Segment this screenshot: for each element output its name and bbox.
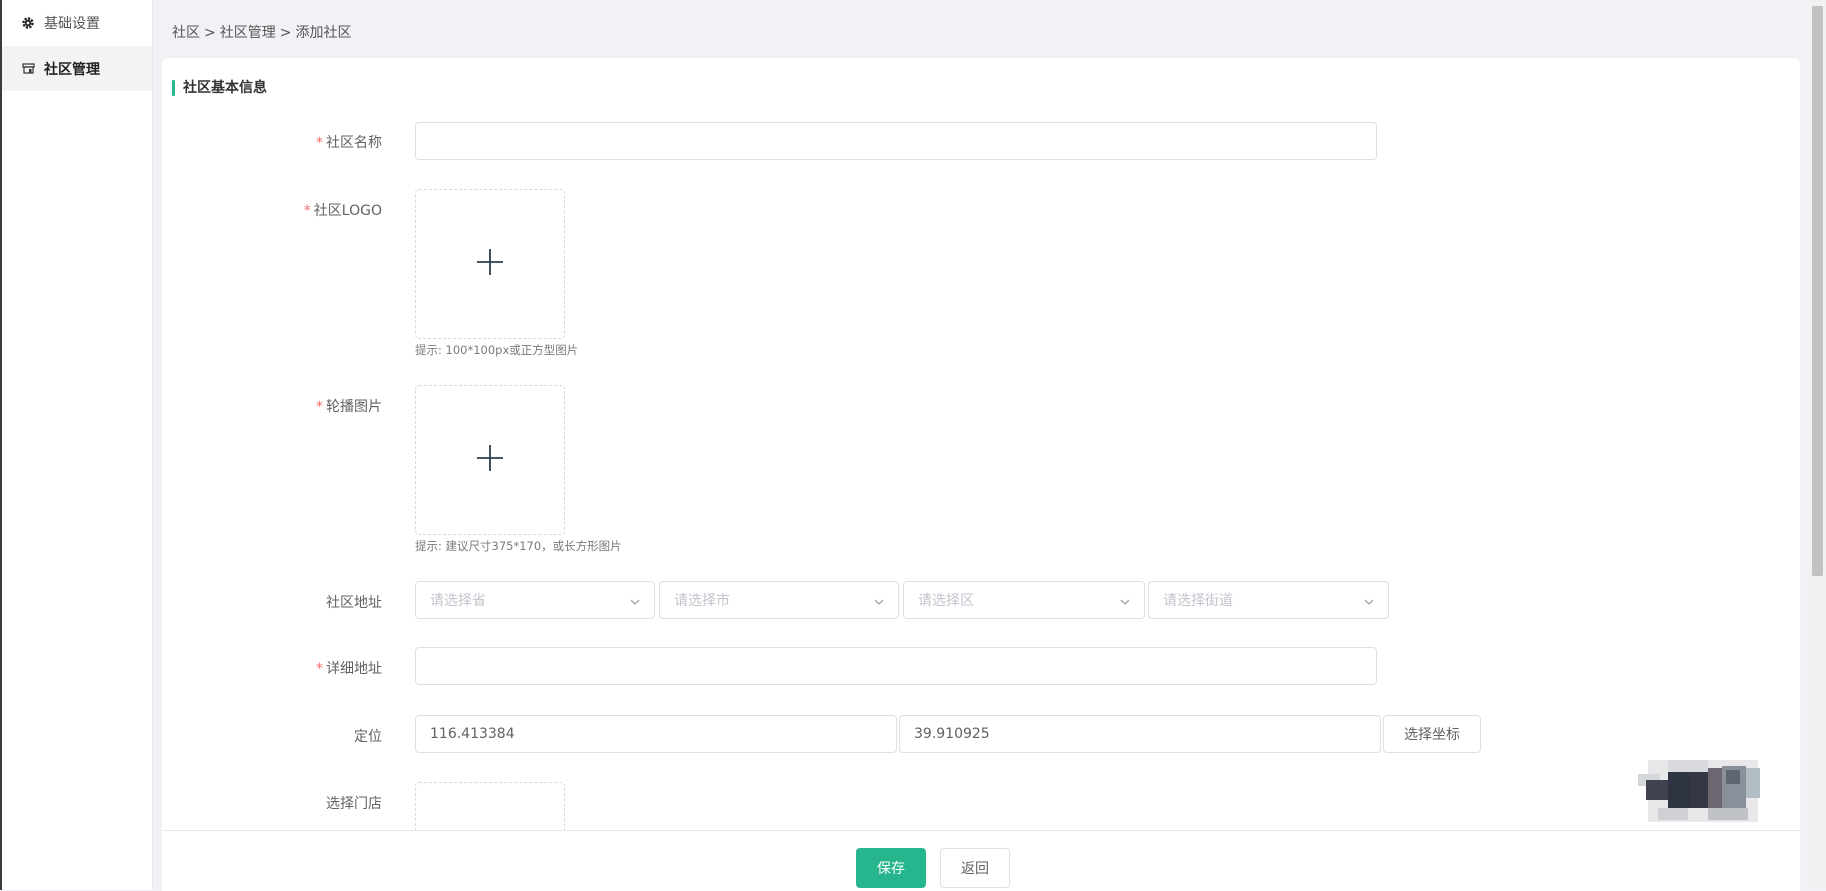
plus-icon [476,248,504,280]
community-icon [20,61,36,77]
breadcrumb: 社区 > 社区管理 > 添加社区 [172,22,351,42]
location-label: 定位 [354,729,382,745]
community-name-input[interactable] [415,122,1377,160]
required-mark: * [303,203,311,219]
sidebar-item-basic-settings[interactable]: 基础设置 [2,0,152,45]
community-logo-label: * 社区LOGO [162,200,382,220]
chevron-down-icon [874,595,884,605]
breadcrumb-item-community-management[interactable]: 社区管理 [220,25,276,41]
city-select[interactable]: 请选择市 [659,581,899,619]
sidebar: 基础设置 社区管理 [2,0,153,890]
detail-address-input[interactable] [415,647,1377,685]
chevron-down-icon [1120,595,1130,605]
select-placeholder: 请选择省 [430,593,486,609]
floating-widget[interactable] [1638,760,1768,822]
chevron-down-icon [1364,595,1374,605]
logo-upload[interactable] [415,189,565,339]
community-name-label: * 社区名称 [162,132,382,152]
breadcrumb-item-community[interactable]: 社区 [172,25,200,41]
plus-icon [476,444,504,476]
sidebar-item-community-management[interactable]: 社区管理 [2,46,152,91]
latitude-input[interactable]: 39.910925 [899,715,1381,753]
save-button[interactable]: 保存 [856,848,926,888]
section-title: 社区基本信息 [172,80,267,96]
label-text: 轮播图片 [326,399,382,415]
form-card: 社区基本信息 * 社区名称 * 社区LOGO 提示: 100*100px或正方型图片… [162,58,1800,890]
gear-icon [20,15,36,31]
street-select[interactable]: 请选择街道 [1148,581,1389,619]
form-footer: 保存 返回 [162,830,1800,891]
sidebar-item-label: 社区管理 [44,61,100,78]
banner-upload[interactable] [415,385,565,535]
longitude-input[interactable]: 116.413384 [415,715,897,753]
scrollbar-thumb[interactable] [1812,6,1823,576]
label-text: 社区LOGO [313,203,382,219]
label-text: 社区名称 [326,135,382,151]
detail-address-label: * 详细地址 [162,658,382,678]
district-select[interactable]: 请选择区 [903,581,1145,619]
required-mark: * [316,399,323,415]
required-mark: * [316,661,323,677]
province-select[interactable]: 请选择省 [415,581,655,619]
sidebar-item-label: 基础设置 [44,15,100,32]
select-placeholder: 请选择市 [674,593,730,609]
breadcrumb-separator: > [279,25,292,41]
breadcrumb-separator: > [204,25,216,41]
logo-hint: 提示: 100*100px或正方型图片 [415,343,579,357]
breadcrumb-item-add-community: 添加社区 [295,25,352,41]
chevron-down-icon [630,595,640,605]
select-placeholder: 请选择区 [918,593,974,609]
back-button[interactable]: 返回 [940,848,1010,888]
banner-label: * 轮播图片 [162,396,382,416]
select-placeholder: 请选择街道 [1163,593,1233,609]
select-coordinates-button[interactable]: 选择坐标 [1383,715,1481,753]
address-label: 社区地址 [326,595,382,611]
banner-hint: 提示: 建议尺寸375*170，或长方形图片 [415,539,622,553]
label-text: 详细地址 [326,661,382,677]
required-mark: * [316,135,323,151]
store-label: 选择门店 [326,796,382,812]
